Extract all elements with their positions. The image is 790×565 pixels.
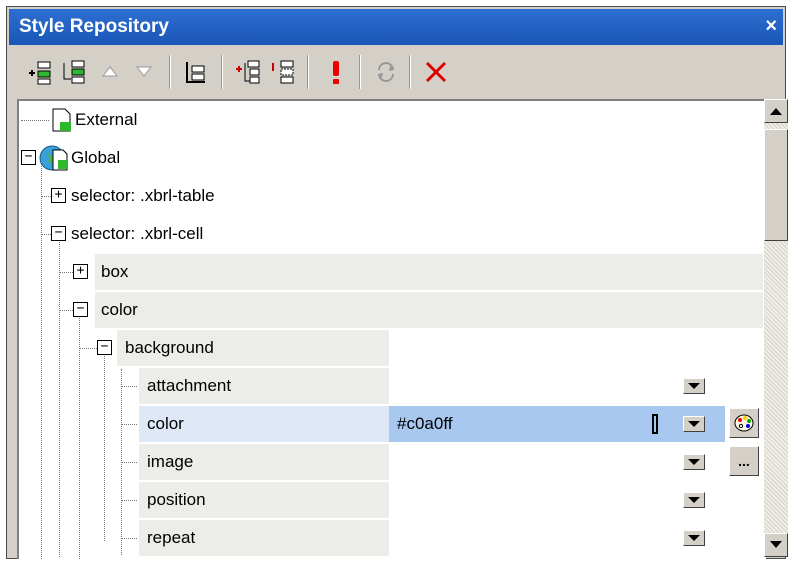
tree-row-box[interactable]: + box bbox=[19, 253, 766, 291]
tree-guide-line bbox=[59, 272, 73, 273]
color-picker-button[interactable] bbox=[729, 408, 759, 438]
collapse-icon[interactable]: − bbox=[51, 226, 66, 241]
palette-icon bbox=[734, 414, 754, 432]
text-cursor bbox=[652, 414, 658, 434]
expand-icon[interactable]: + bbox=[51, 188, 66, 203]
toggle-layout-icon[interactable] bbox=[181, 57, 211, 87]
tree-guide-line bbox=[21, 120, 49, 121]
tree-label: Global bbox=[71, 148, 121, 167]
property-row-position[interactable]: position bbox=[19, 481, 766, 519]
tree-guide-line bbox=[121, 424, 137, 425]
delete-icon[interactable] bbox=[421, 57, 451, 87]
tree-label: background bbox=[125, 338, 214, 357]
tree-label: selector: .xbrl-cell bbox=[71, 224, 204, 243]
toolbar-separator bbox=[409, 55, 411, 89]
property-name: attachment bbox=[147, 376, 232, 395]
title-bar: Style Repository × bbox=[9, 9, 783, 45]
property-row-image[interactable]: image ... bbox=[19, 443, 766, 481]
property-name: color bbox=[147, 414, 184, 433]
collapse-icon[interactable]: − bbox=[97, 340, 112, 355]
style-tree: External − Global + selector: .xbrl-tabl… bbox=[17, 99, 766, 559]
close-icon[interactable]: × bbox=[765, 15, 777, 38]
move-up-icon[interactable] bbox=[95, 57, 125, 87]
tree-row-global[interactable]: − Global bbox=[19, 139, 766, 177]
property-name: position bbox=[147, 490, 206, 509]
tree-label: color bbox=[101, 300, 138, 319]
toolbar-separator bbox=[359, 55, 361, 89]
dropdown-arrow-icon[interactable] bbox=[683, 454, 705, 470]
property-row-attachment[interactable]: attachment bbox=[19, 367, 766, 405]
tree-guide-line bbox=[121, 500, 137, 501]
toolbar-separator bbox=[169, 55, 171, 89]
property-row-color[interactable]: color #c0a0ff bbox=[19, 405, 766, 443]
collapse-icon[interactable]: − bbox=[21, 150, 36, 165]
insert-child-icon[interactable] bbox=[267, 57, 297, 87]
row-background bbox=[95, 292, 763, 328]
tree-guide-line bbox=[41, 196, 51, 197]
tree-guide-line bbox=[59, 310, 73, 311]
value-cell[interactable] bbox=[389, 520, 725, 556]
toolbar-separator bbox=[221, 55, 223, 89]
tree-row-color-group[interactable]: − color bbox=[19, 291, 766, 329]
browse-button[interactable]: ... bbox=[729, 446, 759, 476]
add-item-icon[interactable] bbox=[25, 57, 55, 87]
row-background bbox=[95, 254, 763, 290]
tree-row-selector-table[interactable]: + selector: .xbrl-table bbox=[19, 177, 766, 215]
dropdown-arrow-icon[interactable] bbox=[683, 492, 705, 508]
tree-guide-line bbox=[121, 538, 137, 539]
tree-guide-line bbox=[121, 386, 137, 387]
dropdown-arrow-icon[interactable] bbox=[683, 530, 705, 546]
dropdown-arrow-icon[interactable] bbox=[683, 378, 705, 394]
property-name: repeat bbox=[147, 528, 196, 547]
important-icon[interactable] bbox=[321, 57, 351, 87]
scrollbar-thumb[interactable] bbox=[764, 129, 788, 241]
window-title: Style Repository bbox=[19, 16, 169, 37]
tree-row-selector-cell[interactable]: − selector: .xbrl-cell bbox=[19, 215, 766, 253]
toolbar-separator bbox=[307, 55, 309, 89]
value-cell[interactable] bbox=[389, 444, 725, 480]
expand-icon[interactable]: + bbox=[73, 264, 88, 279]
property-value: #c0a0ff bbox=[397, 414, 453, 433]
scroll-up-icon[interactable] bbox=[764, 99, 788, 123]
tree-guide-line bbox=[79, 348, 97, 349]
move-down-icon[interactable] bbox=[129, 57, 159, 87]
insert-item-icon[interactable] bbox=[59, 57, 89, 87]
add-child-icon[interactable] bbox=[233, 57, 263, 87]
dropdown-arrow-icon[interactable] bbox=[683, 416, 705, 432]
scroll-down-icon[interactable] bbox=[764, 533, 788, 557]
toolbar bbox=[9, 47, 783, 97]
property-row-repeat[interactable]: repeat bbox=[19, 519, 766, 557]
global-stylesheet-icon bbox=[39, 144, 69, 177]
collapse-icon[interactable]: − bbox=[73, 302, 88, 317]
tree-label: box bbox=[101, 262, 129, 281]
tree-row-background[interactable]: − background bbox=[19, 329, 766, 367]
external-stylesheet-icon bbox=[51, 107, 73, 138]
tree-guide-line bbox=[121, 462, 137, 463]
tree-label: selector: .xbrl-table bbox=[71, 186, 215, 205]
value-cell[interactable] bbox=[389, 368, 725, 404]
style-repository-window: Style Repository × External − Global + s… bbox=[6, 6, 788, 559]
property-name: image bbox=[147, 452, 194, 471]
value-cell[interactable] bbox=[389, 482, 725, 518]
tree-label: External bbox=[75, 110, 138, 129]
reload-icon[interactable] bbox=[371, 57, 401, 87]
tree-guide-line bbox=[41, 234, 51, 235]
tree-row-external[interactable]: External bbox=[19, 101, 766, 139]
vertical-scrollbar[interactable] bbox=[764, 99, 788, 557]
